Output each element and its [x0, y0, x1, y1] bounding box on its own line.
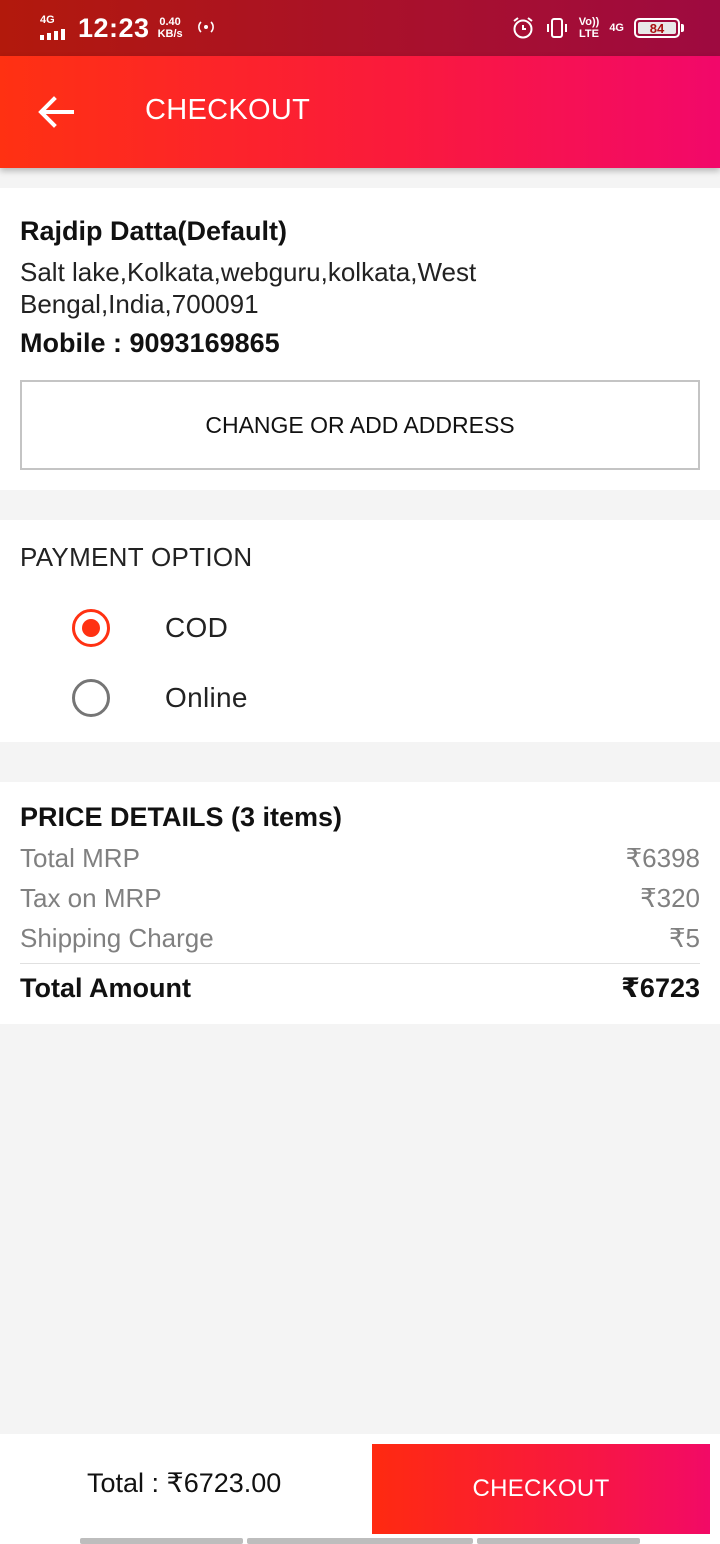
radio-selected-icon[interactable]	[72, 609, 110, 647]
arrow-left-icon	[38, 96, 74, 128]
battery-icon: 84	[634, 18, 684, 38]
clock: 12:23	[78, 12, 150, 43]
network-speed: 0.40 KB/s	[157, 16, 183, 40]
price-row-value: ₹5	[668, 922, 700, 953]
price-total-value: ₹6723	[621, 972, 700, 1003]
bottom-bar: Total : ₹6723.00 CHECKOUT	[0, 1434, 720, 1544]
checkout-button[interactable]: CHECKOUT	[372, 1444, 710, 1534]
price-row-label: Total MRP	[20, 842, 140, 873]
app-bar: CHECKOUT	[0, 56, 720, 168]
volte-indicator: Vo)) LTE	[578, 16, 600, 40]
change-address-button[interactable]: CHANGE OR ADD ADDRESS	[20, 380, 700, 470]
page-title: CHECKOUT	[145, 94, 311, 126]
address-line: Salt lake,Kolkata,webguru,kolkata,West B…	[20, 257, 477, 319]
price-row-label: Shipping Charge	[20, 922, 214, 953]
address-card: Rajdip Datta(Default) Salt lake,Kolkata,…	[0, 188, 720, 490]
hotspot-icon	[195, 16, 217, 41]
payment-title: PAYMENT OPTION	[20, 542, 253, 572]
status-bar: 4G 12:23 0.40 KB/s Vo)) LTE 4G 84	[0, 0, 720, 56]
price-row-value: ₹320	[640, 882, 700, 913]
divider	[20, 963, 700, 964]
payment-option-online[interactable]: Online	[72, 678, 248, 718]
network-type: 4G	[40, 14, 55, 26]
signal-icon: 4G	[38, 14, 70, 42]
address-name: Rajdip Datta(Default)	[20, 216, 288, 246]
vibrate-icon	[545, 16, 569, 40]
back-button[interactable]	[32, 88, 80, 136]
bottom-total: Total : ₹6723.00	[87, 1468, 282, 1498]
payment-option-label: COD	[165, 612, 229, 643]
battery-level: 84	[649, 20, 665, 36]
status-bar-right: Vo)) LTE 4G 84	[511, 14, 684, 42]
price-row-shipping: Shipping Charge ₹5	[20, 921, 700, 955]
price-details-title: PRICE DETAILS (3 items)	[20, 802, 343, 832]
radio-unselected-icon[interactable]	[72, 679, 110, 717]
network-type-right: 4G	[609, 22, 624, 34]
price-row-label: Tax on MRP	[20, 882, 162, 913]
payment-option-label: Online	[165, 682, 248, 713]
price-row-total-mrp: Total MRP ₹6398	[20, 841, 700, 875]
payment-option-cod[interactable]: COD	[72, 608, 228, 648]
nav-indicator	[247, 1538, 473, 1544]
price-row-tax: Tax on MRP ₹320	[20, 881, 700, 915]
price-details-card: PRICE DETAILS (3 items) Total MRP ₹6398 …	[0, 782, 720, 1024]
status-bar-left: 4G 12:23 0.40 KB/s	[38, 12, 217, 44]
price-row-value: ₹6398	[625, 842, 700, 873]
address-mobile: Mobile : 9093169865	[20, 328, 280, 358]
payment-card: PAYMENT OPTION COD Online	[0, 520, 720, 742]
nav-indicator	[477, 1538, 640, 1544]
nav-indicator	[80, 1538, 243, 1544]
price-total-label: Total Amount	[20, 972, 191, 1003]
alarm-icon	[511, 16, 535, 40]
price-total-row: Total Amount ₹6723	[20, 971, 700, 1005]
